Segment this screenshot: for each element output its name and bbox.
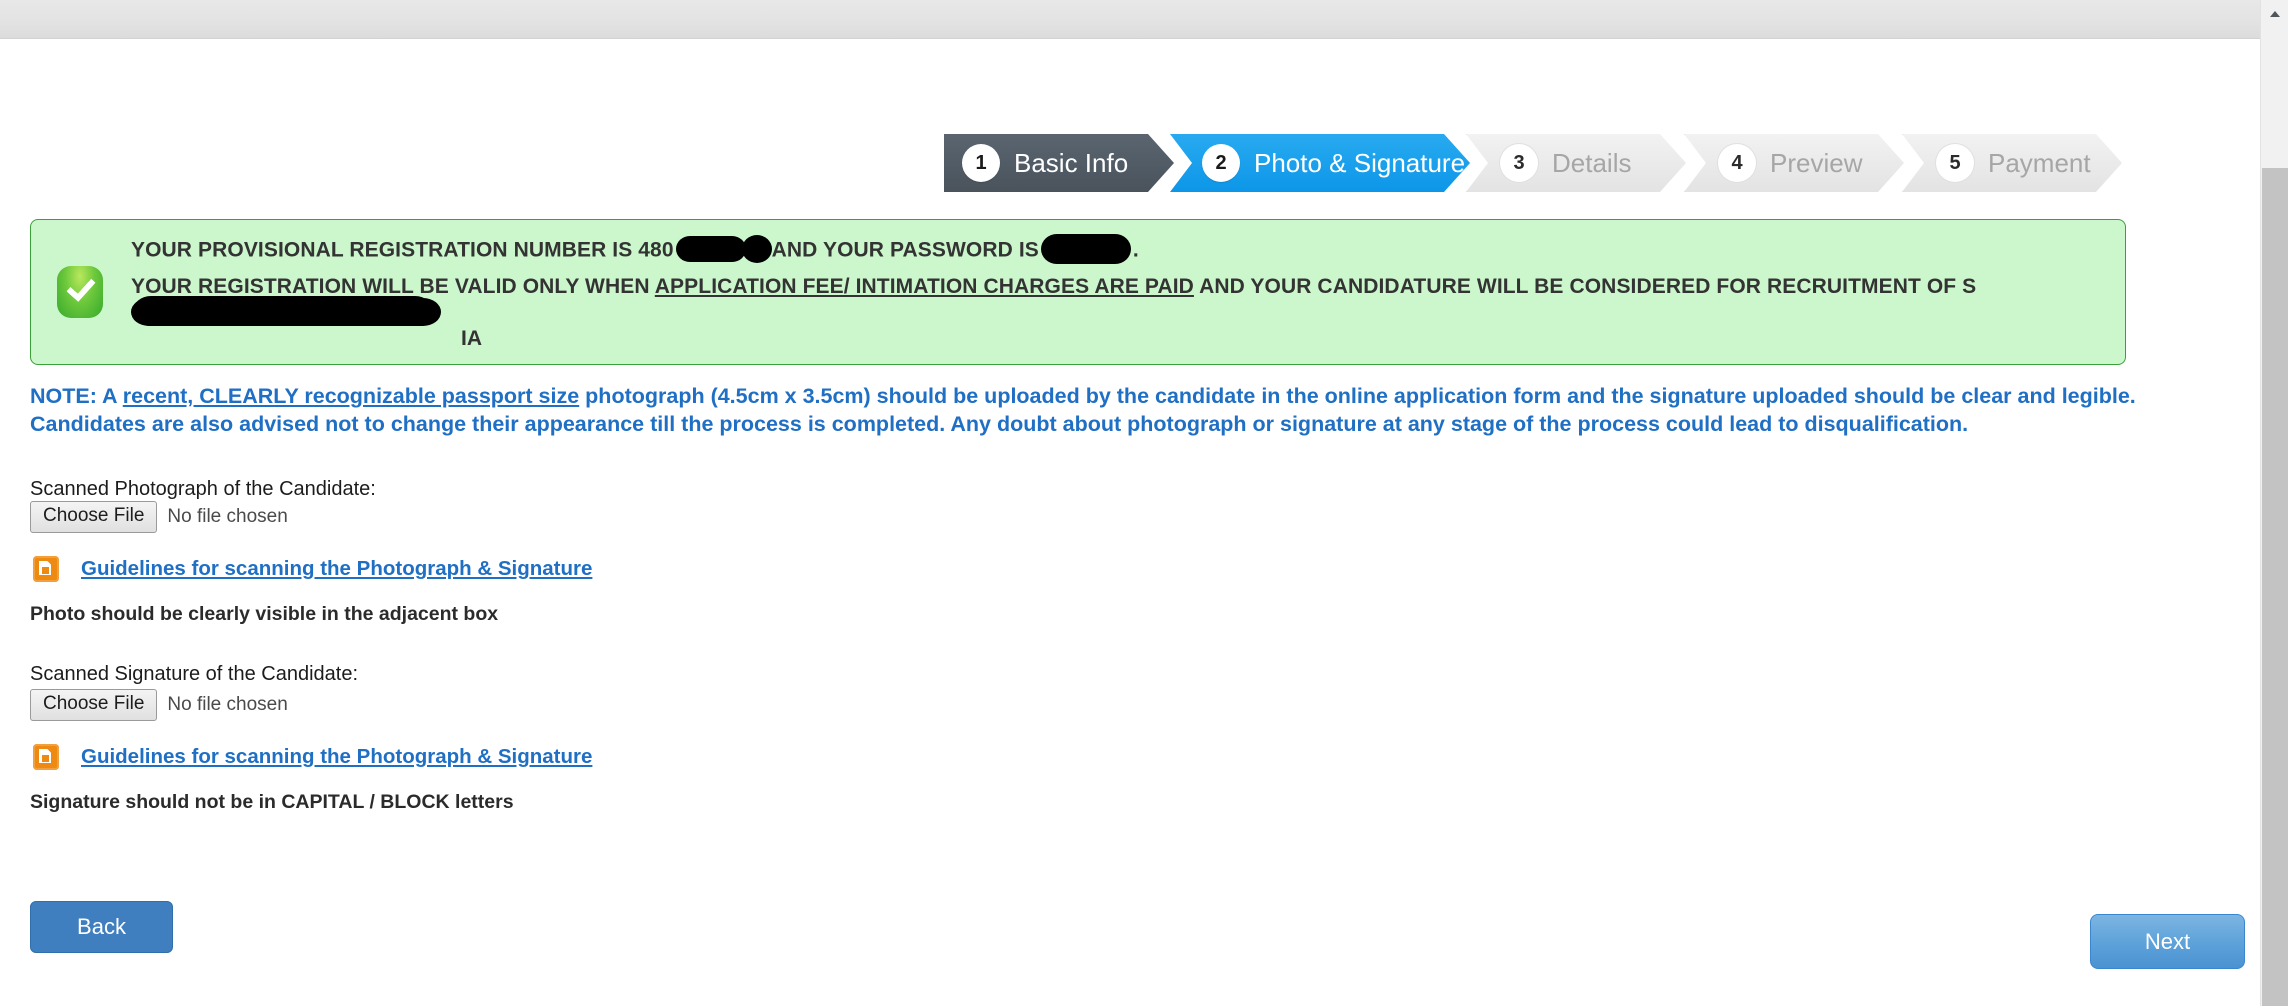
photo-upload-note: NOTE: A recent, CLEARLY recognizable pas…	[30, 382, 2220, 439]
wizard-step-number: 5	[1936, 144, 1974, 182]
alert-text-underlined: APPLICATION FEE/ INTIMATION CHARGES ARE …	[654, 275, 1194, 298]
page-content: 1 Basic Info 2 Photo & Signature » 3 Det…	[0, 38, 2261, 1006]
redaction-bar	[741, 235, 772, 263]
wizard-step-photo-signature[interactable]: 2 Photo & Signature »	[1170, 134, 1470, 192]
browser-top-bar	[0, 0, 2269, 39]
alert-message: YOUR PROVISIONAL REGISTRATION NUMBER IS …	[131, 230, 2125, 354]
alert-line-continuation: IA	[131, 298, 2125, 351]
signature-field-label: Scanned Signature of the Candidate:	[30, 663, 359, 685]
wizard-step-payment[interactable]: 5 Payment	[1902, 134, 2122, 192]
signature-guidelines-row[interactable]: Guidelines for scanning the Photograph &…	[33, 744, 592, 770]
alert-line-validity: YOUR REGISTRATION WILL BE VALID ONLY WHE…	[131, 275, 2125, 351]
redaction-bar	[1040, 234, 1131, 264]
wizard-step-label: Payment	[1988, 148, 2091, 178]
wizard-step-number: 2	[1202, 144, 1240, 182]
signature-file-input[interactable]: Choose File No file chosen	[30, 689, 288, 721]
wizard-step-number: 3	[1500, 144, 1538, 182]
signature-hint-text: Signature should not be in CAPITAL / BLO…	[30, 791, 514, 813]
registration-success-alert: YOUR PROVISIONAL REGISTRATION NUMBER IS …	[30, 219, 2126, 366]
alert-text: YOUR REGISTRATION WILL BE VALID ONLY WHE…	[131, 275, 655, 298]
scrollbar-thumb[interactable]	[2262, 168, 2288, 1006]
pdf-file-icon	[33, 744, 59, 770]
photo-guidelines-row[interactable]: Guidelines for scanning the Photograph &…	[33, 556, 592, 582]
vertical-scrollbar[interactable]	[2260, 0, 2288, 1006]
back-button[interactable]: Back	[30, 901, 173, 953]
signature-guidelines-link[interactable]: Guidelines for scanning the Photograph &…	[81, 745, 592, 769]
wizard-step-number: 4	[1718, 144, 1756, 182]
pdf-file-icon	[33, 556, 59, 582]
wizard-step-label: Details	[1552, 148, 1632, 178]
alert-text: .	[1132, 238, 1139, 262]
alert-text: IA	[461, 327, 483, 351]
next-button[interactable]: Next	[2090, 914, 2245, 969]
wizard-step-details[interactable]: 3 Details	[1466, 134, 1686, 192]
photo-hint-text: Photo should be clearly visible in the a…	[30, 603, 499, 625]
photo-field-label: Scanned Photograph of the Candidate:	[30, 478, 376, 500]
wizard-step-label: Photo & Signature	[1254, 148, 1466, 178]
scroll-up-arrow-icon[interactable]	[2261, 0, 2288, 26]
photo-file-input[interactable]: Choose File No file chosen	[30, 501, 288, 533]
alert-line-registration-number: YOUR PROVISIONAL REGISTRATION NUMBER IS …	[131, 234, 2125, 266]
photo-file-status: No file chosen	[167, 506, 288, 527]
signature-choose-file-button[interactable]: Choose File	[30, 689, 158, 721]
wizard-step-label: Basic Info	[1014, 148, 1129, 178]
wizard-steps: 1 Basic Info 2 Photo & Signature » 3 Det…	[944, 134, 2122, 192]
wizard-step-label: Preview	[1770, 148, 1863, 178]
success-check-icon	[57, 266, 103, 319]
alert-text: AND YOUR CANDIDATURE WILL BE CONSIDERED …	[1193, 275, 1977, 298]
redaction-bar	[131, 298, 441, 326]
note-underlined-text: recent, CLEARLY recognizable passport si…	[122, 384, 580, 408]
alert-text: YOUR PROVISIONAL REGISTRATION NUMBER IS …	[131, 238, 674, 262]
note-prefix: NOTE: A	[30, 384, 123, 408]
wizard-step-basic-info[interactable]: 1 Basic Info	[944, 134, 1174, 192]
signature-file-status: No file chosen	[167, 694, 288, 715]
wizard-step-preview[interactable]: 4 Preview	[1684, 134, 1904, 192]
redaction-bar	[675, 236, 746, 262]
photo-choose-file-button[interactable]: Choose File	[30, 501, 158, 533]
alert-text: AND YOUR PASSWORD IS	[771, 238, 1039, 262]
wizard-step-number: 1	[962, 144, 1000, 182]
photo-guidelines-link[interactable]: Guidelines for scanning the Photograph &…	[81, 557, 592, 581]
